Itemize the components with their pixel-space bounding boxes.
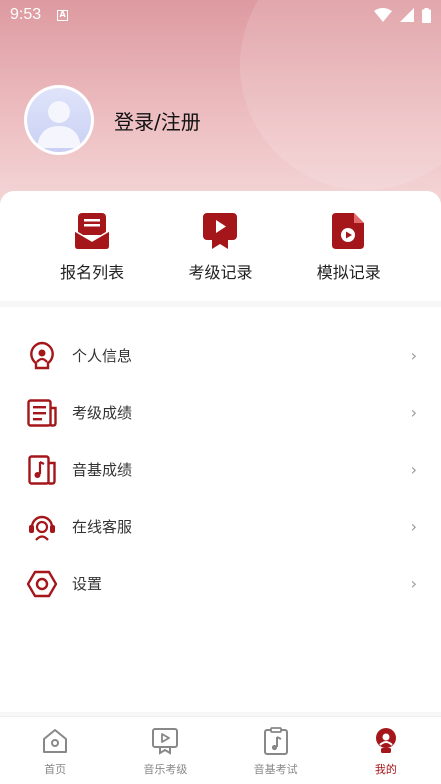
play-board-icon (152, 728, 179, 755)
wifi-icon (374, 8, 392, 22)
avatar[interactable] (24, 85, 94, 155)
notification-a-icon: A (57, 9, 69, 21)
menu-list: 个人信息 › 考级成绩 › 音基成绩 › 在线客服 › 设置 › (0, 307, 441, 712)
chevron-right-icon: › (410, 460, 417, 479)
login-register-link[interactable]: 登录/注册 (114, 106, 201, 135)
tab-label: 音乐考级 (143, 763, 188, 776)
tab-theory-exam[interactable]: 音基考试 (221, 717, 331, 784)
status-bar: 9:53 A (0, 0, 441, 30)
quick-action-label: 报名列表 (60, 263, 125, 282)
menu-item-exam-scores[interactable]: 考级成绩 › (0, 384, 441, 441)
tab-mine[interactable]: 我的 (331, 717, 441, 784)
video-file-icon (331, 213, 364, 249)
menu-item-settings[interactable]: 设置 › (0, 555, 441, 612)
status-time: 9:53 (10, 6, 42, 23)
music-note-file-icon (28, 454, 56, 485)
tab-home[interactable]: 首页 (0, 717, 110, 784)
battery-icon (422, 7, 431, 23)
tab-label: 音基考试 (253, 763, 298, 776)
signal-icon (400, 8, 414, 22)
menu-item-theory-scores[interactable]: 音基成绩 › (0, 441, 441, 498)
play-ribbon-icon (203, 213, 238, 249)
default-avatar-icon (37, 101, 81, 148)
quick-action-signup-list[interactable]: 报名列表 (37, 191, 147, 301)
menu-item-online-support[interactable]: 在线客服 › (0, 498, 441, 555)
chevron-right-icon: › (410, 517, 417, 536)
quick-action-mock-records[interactable]: 模拟记录 (294, 191, 404, 301)
menu-item-personal-info[interactable]: 个人信息 › (0, 327, 441, 384)
menu-item-label: 音基成绩 (72, 461, 133, 479)
menu-item-label: 在线客服 (72, 518, 133, 536)
tab-label: 首页 (44, 763, 67, 776)
menu-item-label: 设置 (72, 575, 103, 593)
tab-label: 我的 (374, 763, 397, 776)
clipboard-note-icon (263, 727, 288, 755)
home-icon (43, 729, 68, 753)
chevron-right-icon: › (410, 403, 417, 422)
quick-action-label: 模拟记录 (316, 263, 381, 282)
quick-action-label: 考级记录 (188, 263, 253, 282)
quick-actions-card: 报名列表 考级记录 模拟记录 (0, 191, 441, 301)
headset-icon (29, 515, 55, 541)
lightbulb-person-icon (30, 341, 54, 369)
chevron-right-icon: › (410, 346, 417, 365)
chevron-right-icon: › (410, 574, 417, 593)
quick-action-exam-records[interactable]: 考级记录 (165, 191, 275, 301)
newspaper-icon (27, 398, 57, 427)
menu-item-label: 考级成绩 (72, 404, 133, 422)
envelope-list-icon (75, 213, 110, 249)
profile-icon (375, 728, 396, 753)
profile-section[interactable]: 登录/注册 (24, 85, 201, 155)
menu-item-label: 个人信息 (72, 347, 133, 365)
tab-music-exam[interactable]: 音乐考级 (110, 717, 220, 784)
hexagon-gear-icon (27, 570, 57, 597)
bottom-tab-bar: 首页 音乐考级 音基考试 我的 (0, 716, 441, 784)
